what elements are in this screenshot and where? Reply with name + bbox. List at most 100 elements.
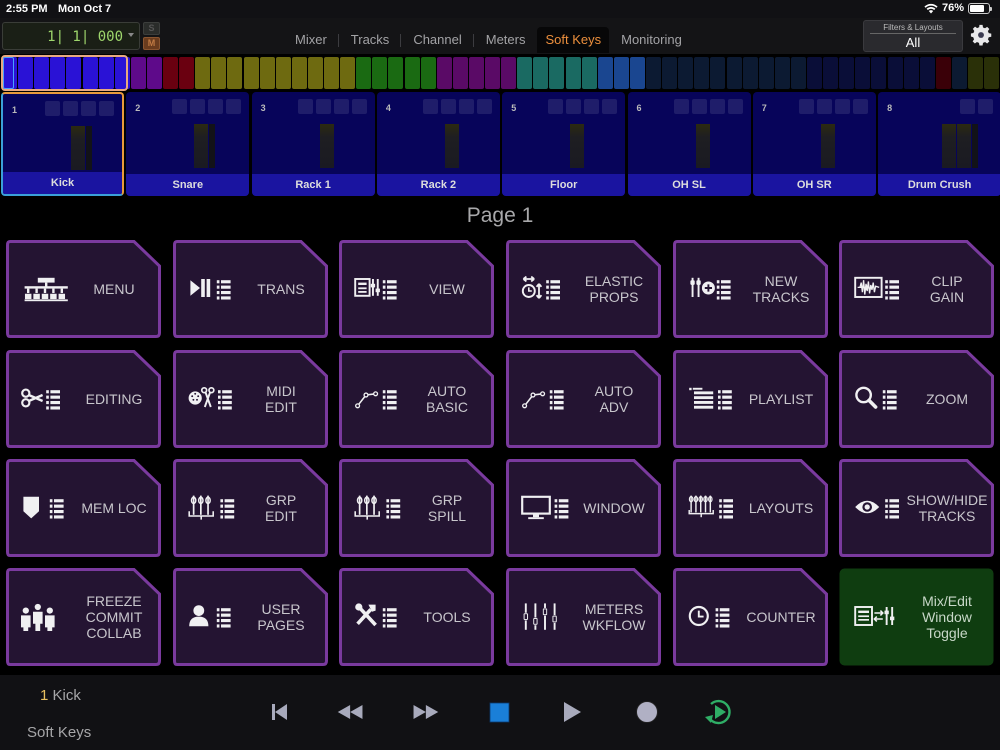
main-counter[interactable]: 1| 1| 000 bbox=[2, 22, 140, 50]
track-color-cell[interactable] bbox=[774, 57, 790, 89]
insert-slot[interactable] bbox=[190, 99, 206, 114]
soft-key-layouts[interactable]: LAYOUTS bbox=[673, 459, 828, 557]
stop-button[interactable] bbox=[485, 697, 515, 727]
loop-play-button[interactable] bbox=[702, 695, 736, 729]
track-color-cell[interactable] bbox=[468, 57, 484, 89]
track-color-cell[interactable] bbox=[388, 57, 404, 89]
track-color-cell[interactable] bbox=[662, 57, 678, 89]
track-color-cell[interactable] bbox=[195, 57, 211, 89]
insert-slot[interactable] bbox=[960, 99, 976, 114]
track-color-cell[interactable] bbox=[307, 57, 323, 89]
soft-key-user-pages[interactable]: USER PAGES bbox=[173, 568, 328, 666]
insert-slot[interactable] bbox=[566, 99, 582, 114]
soft-key-mix-edit-window-toggle[interactable]: Mix/Edit Window Toggle bbox=[839, 568, 994, 666]
insert-slot[interactable] bbox=[208, 99, 224, 114]
track-color-cell[interactable] bbox=[790, 57, 806, 89]
insert-slot[interactable] bbox=[816, 99, 832, 114]
soft-key-tools[interactable]: TOOLS bbox=[339, 568, 494, 666]
insert-slot[interactable] bbox=[798, 99, 814, 114]
insert-slot[interactable] bbox=[727, 99, 743, 114]
track-color-cell[interactable] bbox=[517, 57, 533, 89]
track-color-cell[interactable] bbox=[726, 57, 742, 89]
track-color-cell[interactable] bbox=[694, 57, 710, 89]
track-color-cell[interactable] bbox=[533, 57, 549, 89]
insert-slot[interactable] bbox=[351, 99, 367, 114]
solo-clear-button[interactable]: S bbox=[143, 22, 160, 35]
track-color-cell[interactable] bbox=[855, 57, 871, 89]
soft-key-auto-basic[interactable]: AUTO BASIC bbox=[339, 350, 494, 448]
tab-channel[interactable]: Channel bbox=[401, 27, 475, 53]
insert-slot[interactable] bbox=[691, 99, 707, 114]
track-color-cell[interactable] bbox=[951, 57, 967, 89]
insert-slot[interactable] bbox=[673, 99, 689, 114]
soft-key-auto-adv[interactable]: AUTO ADV bbox=[506, 350, 661, 448]
tab-tracks[interactable]: Tracks bbox=[339, 27, 402, 53]
track-color-cell[interactable] bbox=[324, 57, 339, 89]
soft-key-show-hide-tracks[interactable]: SHOW/HIDE TRACKS bbox=[839, 459, 994, 557]
soft-key-grp-spill[interactable]: GRP SPILL bbox=[339, 459, 494, 557]
track-color-cell[interactable] bbox=[678, 57, 694, 89]
soft-key-grp-edit[interactable]: GRP EDIT bbox=[173, 459, 328, 557]
soft-key-window[interactable]: WINDOW bbox=[506, 459, 661, 557]
track-color-cell[interactable] bbox=[742, 57, 758, 89]
play-button[interactable] bbox=[557, 697, 587, 727]
track-color-cell[interactable] bbox=[485, 57, 500, 89]
soft-key-trans[interactable]: TRANS bbox=[173, 240, 328, 338]
soft-key-meters-wkflow[interactable]: METERS WKFLOW bbox=[506, 568, 661, 666]
record-button[interactable] bbox=[632, 697, 662, 727]
visible-bank-highlight[interactable] bbox=[1, 55, 128, 91]
insert-slot[interactable] bbox=[172, 99, 188, 114]
track-color-cell[interactable] bbox=[372, 57, 388, 89]
track-color-cell[interactable] bbox=[243, 57, 259, 89]
tab-monitoring[interactable]: Monitoring bbox=[609, 27, 694, 53]
insert-slot[interactable] bbox=[440, 99, 456, 114]
insert-slot[interactable] bbox=[81, 101, 96, 116]
track-color-cell[interactable] bbox=[179, 57, 195, 89]
track-color-cell[interactable] bbox=[758, 57, 774, 89]
soft-key-new-tracks[interactable]: NEW TRACKS bbox=[673, 240, 828, 338]
track-color-cell[interactable] bbox=[646, 57, 661, 89]
track-color-cell[interactable] bbox=[259, 57, 275, 89]
gear-icon[interactable] bbox=[970, 24, 992, 46]
insert-slot[interactable] bbox=[333, 99, 349, 114]
insert-slot[interactable] bbox=[422, 99, 438, 114]
insert-slot[interactable] bbox=[297, 99, 313, 114]
track-color-cell[interactable] bbox=[581, 57, 597, 89]
soft-key-menu[interactable]: MENU bbox=[6, 240, 161, 338]
tab-meters[interactable]: Meters bbox=[474, 27, 538, 53]
tab-soft-keys[interactable]: Soft Keys bbox=[537, 27, 610, 53]
fast-forward-button[interactable] bbox=[410, 697, 440, 727]
insert-slot[interactable] bbox=[584, 99, 600, 114]
channel-strip[interactable]: 8 Drum Crush bbox=[878, 92, 1000, 196]
insert-slot[interactable] bbox=[226, 99, 242, 114]
track-color-cell[interactable] bbox=[291, 57, 307, 89]
soft-key-view[interactable]: VIEW bbox=[339, 240, 494, 338]
track-color-cell[interactable] bbox=[340, 57, 356, 89]
mute-clear-button[interactable]: M bbox=[143, 37, 160, 50]
track-color-cell[interactable] bbox=[452, 57, 468, 89]
channel-strip[interactable]: 6 OH SL bbox=[627, 92, 751, 196]
insert-slot[interactable] bbox=[834, 99, 850, 114]
insert-slot[interactable] bbox=[978, 99, 994, 114]
insert-slot[interactable] bbox=[548, 99, 564, 114]
soft-key-freeze-commit-collab[interactable]: FREEZE COMMIT COLLAB bbox=[6, 568, 161, 666]
track-color-cell[interactable] bbox=[501, 57, 517, 89]
track-color-cell[interactable] bbox=[871, 57, 887, 89]
track-color-cell[interactable] bbox=[887, 57, 903, 89]
track-color-cell[interactable] bbox=[211, 57, 227, 89]
selected-track[interactable]: 1 Kick bbox=[40, 687, 81, 704]
tab-mixer[interactable]: Mixer bbox=[283, 27, 339, 53]
insert-slot[interactable] bbox=[458, 99, 474, 114]
soft-key-mem-loc[interactable]: MEM LOC bbox=[6, 459, 161, 557]
insert-slot[interactable] bbox=[476, 99, 492, 114]
channel-strip[interactable]: 5 Floor bbox=[502, 92, 626, 196]
channel-strip[interactable]: 2 Snare bbox=[126, 92, 250, 196]
track-color-cell[interactable] bbox=[984, 57, 1000, 89]
track-color-cell[interactable] bbox=[565, 57, 581, 89]
track-color-cell[interactable] bbox=[839, 57, 855, 89]
track-color-cell[interactable] bbox=[275, 57, 291, 89]
track-color-cell[interactable] bbox=[420, 57, 436, 89]
track-color-cell[interactable] bbox=[436, 57, 452, 89]
channel-strip[interactable]: 7 OH SR bbox=[752, 92, 876, 196]
track-color-cell[interactable] bbox=[903, 57, 919, 89]
